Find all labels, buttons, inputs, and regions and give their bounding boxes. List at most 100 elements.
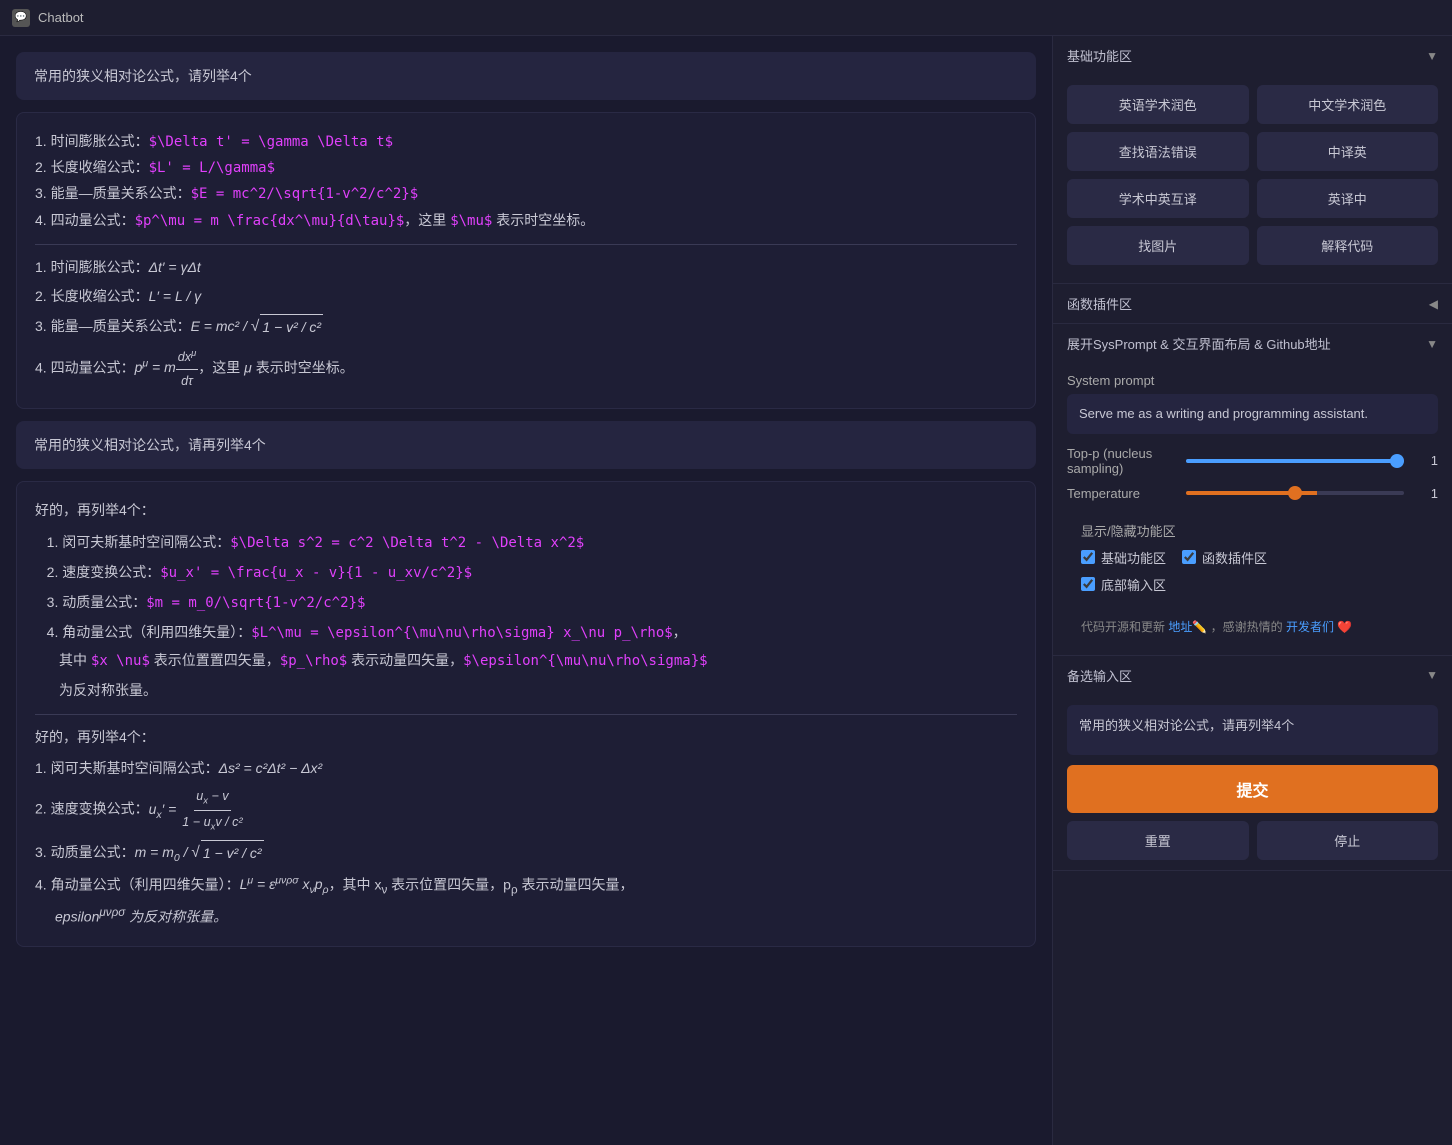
- app-icon: 💬: [12, 9, 30, 27]
- rendered-line4: 4. 四动量公式：pμ = mdxμdτ，这里 μ 表示时空坐标。: [35, 345, 1017, 393]
- intro-text: 好的，再列举4个：: [35, 498, 1017, 523]
- assistant-msg1-line3: 3. 能量—质量关系公式：$E = mc^2/\sqrt{1-v^2/c^2}$: [35, 181, 1017, 207]
- checkbox-plugin-label: 函数插件区: [1202, 548, 1267, 567]
- bottom-buttons-row: 重置 停止: [1067, 821, 1438, 860]
- assistant-message-1: 1. 时间膨胀公式：$\Delta t' = \gamma \Delta t$ …: [16, 112, 1036, 409]
- app-title: Chatbot: [38, 10, 84, 25]
- sys-prompt-content: System prompt Serve me as a writing and …: [1053, 363, 1452, 655]
- assistant-msg1-line4: 4. 四动量公式：$p^\mu = m \frac{dx^\mu}{d\tau}…: [35, 208, 1017, 234]
- item1-latex: 1. 闵可夫斯基时空间隔公式：$\Delta s^2 = c^2 \Delta …: [35, 530, 1017, 556]
- checkbox-basic-input[interactable]: [1081, 550, 1095, 564]
- basic-functions-arrow: ▼: [1426, 49, 1438, 63]
- r-item3: 3. 动质量公式：m = m0 / √1 − v² / c²: [35, 839, 1017, 868]
- alt-input-arrow: ▼: [1426, 668, 1438, 682]
- top-p-label: Top-p (nucleus sampling): [1067, 446, 1176, 476]
- plugin-functions-title: 函数插件区: [1067, 294, 1132, 313]
- alt-input-content: 常用的狭义相对论公式，请再列举4个 提交 重置 停止: [1053, 695, 1452, 870]
- item3-latex: 3. 动质量公式：$m = m_0/\sqrt{1-v^2/c^2}$: [35, 590, 1017, 616]
- checkbox-plugin-input[interactable]: [1182, 550, 1196, 564]
- basic-functions-section: 基础功能区 ▼ 英语学术润色 中文学术润色 查找语法错误 中译英 学术中英互译 …: [1053, 36, 1452, 284]
- plugin-functions-header[interactable]: 函数插件区 ◀: [1053, 284, 1452, 323]
- checkbox-bottom-input[interactable]: [1081, 577, 1095, 591]
- chat-panel: 常用的狭义相对论公式，请列举4个 1. 时间膨胀公式：$\Delta t' = …: [0, 36, 1052, 1145]
- latex-3: $E = mc^2/\sqrt{1-v^2/c^2}$: [191, 186, 419, 202]
- reset-button[interactable]: 重置: [1067, 821, 1249, 860]
- alt-input-title: 备选输入区: [1067, 666, 1132, 685]
- checkbox-row: 基础功能区 函数插件区: [1081, 548, 1424, 567]
- btn-en-to-cn[interactable]: 英译中: [1257, 179, 1439, 218]
- latex-1: $\Delta t' = \gamma \Delta t$: [149, 134, 393, 150]
- btn-academic-translate[interactable]: 学术中英互译: [1067, 179, 1249, 218]
- plugin-functions-section: 函数插件区 ◀: [1053, 284, 1452, 324]
- sys-prompt-arrow: ▼: [1426, 337, 1438, 351]
- temperature-value: 1: [1414, 486, 1438, 501]
- titlebar: 💬 Chatbot: [0, 0, 1452, 36]
- source-text: 代码开源和更新: [1081, 620, 1165, 634]
- source-link[interactable]: 地址: [1168, 620, 1192, 634]
- assistant-message-2: 好的，再列举4个： 1. 闵可夫斯基时空间隔公式：$\Delta s^2 = c…: [16, 481, 1036, 947]
- intro2-text: 好的，再列举4个：: [35, 725, 1017, 750]
- btn-grammar[interactable]: 查找语法错误: [1067, 132, 1249, 171]
- checkbox-plugin[interactable]: 函数插件区: [1182, 548, 1267, 567]
- checkbox-basic[interactable]: 基础功能区: [1081, 548, 1166, 567]
- source-link-row: 代码开源和更新 地址✏️ ，感谢热情的 开发者们 ❤️: [1067, 612, 1438, 645]
- checkbox-bottom[interactable]: 底部输入区: [1081, 575, 1166, 594]
- item2-latex: 2. 速度变换公式：$u_x' = \frac{u_x - v}{1 - u_x…: [35, 560, 1017, 586]
- checkbox-basic-label: 基础功能区: [1101, 548, 1166, 567]
- visibility-label: 显示/隐藏功能区: [1081, 521, 1424, 540]
- basic-functions-header[interactable]: 基础功能区 ▼: [1053, 36, 1452, 75]
- r-item4-extra: epsilonμνρσ 为反对称张量。: [55, 902, 1017, 930]
- divider-2: [35, 714, 1017, 715]
- latex-2: $L' = L/\gamma$: [149, 160, 275, 176]
- item4-extra: 其中 $x \nu$ 表示位置置四矢量，$p_\rho$ 表示动量四矢量，$\e…: [35, 648, 1017, 674]
- visibility-section: 显示/隐藏功能区 基础功能区 函数插件区: [1067, 511, 1438, 612]
- top-p-value: 1: [1414, 453, 1438, 468]
- plugin-functions-arrow: ◀: [1429, 297, 1438, 311]
- alt-input-section: 备选输入区 ▼ 常用的狭义相对论公式，请再列举4个 提交 重置 停止: [1053, 656, 1452, 871]
- sys-prompt-label: System prompt: [1067, 373, 1438, 388]
- heart-icon: ❤️: [1337, 620, 1352, 634]
- sys-prompt-section: 展开SysPrompt & 交互界面布局 & Github地址 ▼ System…: [1053, 324, 1452, 656]
- basic-functions-grid: 英语学术润色 中文学术润色 查找语法错误 中译英 学术中英互译 英译中 找图片 …: [1067, 85, 1438, 265]
- r-item4: 4. 角动量公式（利用四维矢量）：Lμ = εμνρσ xνpρ，其中 xν 表…: [35, 872, 1017, 900]
- assistant-msg1-line2: 2. 长度收缩公式：$L' = L/\gamma$: [35, 155, 1017, 181]
- checkbox-bottom-label: 底部输入区: [1101, 575, 1166, 594]
- r-item2: 2. 速度变换公式：ux′ = ux − v1 − uxv / c²: [35, 785, 1017, 835]
- divider-1: [35, 244, 1017, 245]
- main-layout: 常用的狭义相对论公式，请列举4个 1. 时间膨胀公式：$\Delta t' = …: [0, 36, 1452, 1145]
- temperature-slider[interactable]: [1186, 491, 1404, 495]
- rendered-line2: 2. 长度收缩公式：L′ = L / γ: [35, 284, 1017, 309]
- item4-latex: 4. 角动量公式（利用四维矢量）：$L^\mu = \epsilon^{\mu\…: [35, 620, 1017, 646]
- contributors-link[interactable]: 开发者们: [1286, 620, 1334, 634]
- latex-4: $p^\mu = m \frac{dx^\mu}{d\tau}$: [135, 213, 405, 229]
- sys-prompt-title: 展开SysPrompt & 交互界面布局 & Github地址: [1067, 334, 1331, 353]
- basic-functions-content: 英语学术润色 中文学术润色 查找语法错误 中译英 学术中英互译 英译中 找图片 …: [1053, 75, 1452, 283]
- top-p-slider[interactable]: [1186, 459, 1404, 463]
- rendered-line3: 3. 能量—质量关系公式：E = mc² / √1 − v² / c²: [35, 313, 1017, 341]
- user-message-2: 常用的狭义相对论公式，请再列举4个: [16, 421, 1036, 469]
- sys-prompt-value[interactable]: Serve me as a writing and programming as…: [1067, 394, 1438, 434]
- user-message-1: 常用的狭义相对论公式，请列举4个: [16, 52, 1036, 100]
- latex-5: $\mu$: [450, 213, 492, 229]
- alt-input-header[interactable]: 备选输入区 ▼: [1053, 656, 1452, 695]
- rendered-line1: 1. 时间膨胀公式：Δt′ = γΔt: [35, 255, 1017, 280]
- checkbox-row2: 底部输入区: [1081, 575, 1424, 594]
- alt-input-value[interactable]: 常用的狭义相对论公式，请再列举4个: [1067, 705, 1438, 755]
- item4-extra2: 为反对称张量。: [35, 678, 1017, 703]
- sys-prompt-header[interactable]: 展开SysPrompt & 交互界面布局 & Github地址 ▼: [1053, 324, 1452, 363]
- right-panel: 基础功能区 ▼ 英语学术润色 中文学术润色 查找语法错误 中译英 学术中英互译 …: [1052, 36, 1452, 1145]
- btn-cn-to-en[interactable]: 中译英: [1257, 132, 1439, 171]
- submit-button[interactable]: 提交: [1067, 765, 1438, 813]
- thanks-text: ，感谢热情的: [1211, 620, 1283, 634]
- user-message-2-text: 常用的狭义相对论公式，请再列举4个: [34, 437, 266, 453]
- user-message-1-text: 常用的狭义相对论公式，请列举4个: [34, 68, 252, 84]
- top-p-row: Top-p (nucleus sampling) 1: [1067, 446, 1438, 476]
- stop-button[interactable]: 停止: [1257, 821, 1439, 860]
- btn-en-polish[interactable]: 英语学术润色: [1067, 85, 1249, 124]
- basic-functions-title: 基础功能区: [1067, 46, 1132, 65]
- btn-find-image[interactable]: 找图片: [1067, 226, 1249, 265]
- btn-explain-code[interactable]: 解释代码: [1257, 226, 1439, 265]
- temperature-row: Temperature 1: [1067, 486, 1438, 501]
- btn-cn-polish[interactable]: 中文学术润色: [1257, 85, 1439, 124]
- assistant-msg1-line1: 1. 时间膨胀公式：$\Delta t' = \gamma \Delta t$: [35, 129, 1017, 155]
